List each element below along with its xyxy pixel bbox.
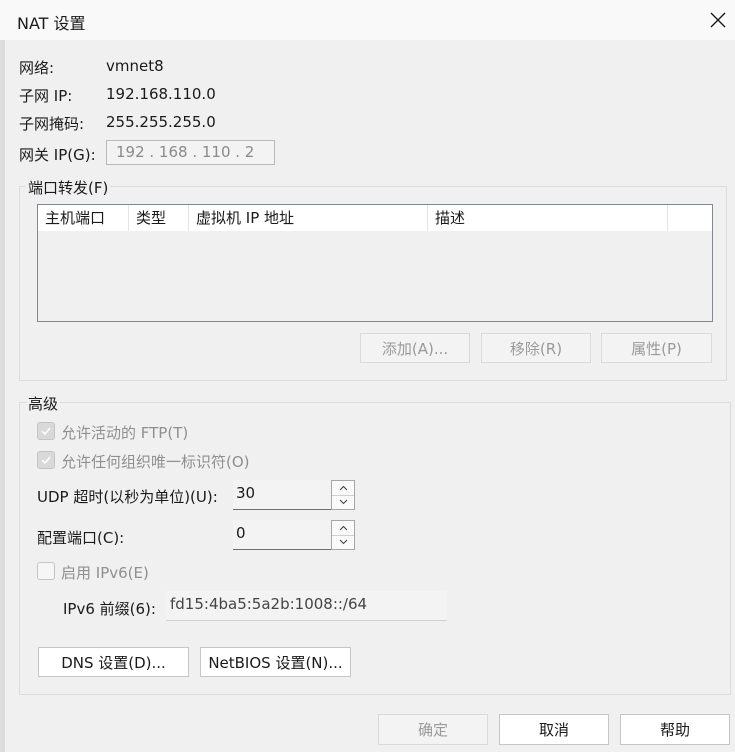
title-bar: NAT 设置 [0,0,735,40]
udp-timeout-spinner[interactable] [331,480,355,510]
udp-timeout-up[interactable] [332,481,354,496]
enable-ipv6-checkbox[interactable] [37,562,55,580]
chevron-up-icon [339,525,347,531]
add-button[interactable]: 添加(A)... [360,333,470,363]
gateway-ip-label: 网关 IP(G): [19,146,96,164]
udp-timeout-input[interactable]: 30 [233,480,331,510]
config-port-spinner[interactable] [331,520,355,550]
window-edge [0,40,5,752]
chevron-up-icon [339,485,347,491]
port-forwarding-title: 端口转发(F) [26,177,111,198]
ipv6-prefix-label: IPv6 前缀(6): [63,600,156,618]
column-vm-ip[interactable]: 虚拟机 IP 地址 [189,205,428,231]
list-header: 主机端口 类型 虚拟机 IP 地址 描述 [38,205,712,231]
udp-timeout-down[interactable] [332,495,354,509]
network-value: vmnet8 [106,57,164,75]
check-icon [41,427,51,436]
advanced-title: 高级 [26,393,61,414]
dns-settings-button[interactable]: DNS 设置(D)... [38,647,189,677]
allow-oui-checkbox[interactable] [37,451,55,469]
port-forwarding-list[interactable]: 主机端口 类型 虚拟机 IP 地址 描述 [37,204,713,322]
ipv6-prefix-field[interactable]: fd15:4ba5:5a2b:1008::/64 [166,591,447,621]
ok-button[interactable]: 确定 [378,714,488,745]
subnet-ip-label: 子网 IP: [19,87,73,105]
chevron-down-icon [339,499,347,505]
allow-ftp-label: 允许活动的 FTP(T) [61,424,189,442]
allow-oui-label: 允许任何组织唯一标识符(O) [61,453,250,471]
help-button[interactable]: 帮助 [620,714,730,745]
close-button[interactable] [700,0,735,40]
column-type[interactable]: 类型 [129,205,189,231]
close-icon [710,12,725,28]
subnet-mask-label: 子网掩码: [19,115,85,133]
udp-timeout-label: UDP 超时(以秒为单位)(U): [37,488,218,506]
network-label: 网络: [19,59,55,77]
cancel-button[interactable]: 取消 [499,714,609,745]
check-icon [41,456,51,465]
config-port-input[interactable]: 0 [233,520,331,550]
column-host-port[interactable]: 主机端口 [38,205,129,231]
gateway-ip-field[interactable]: 192 . 168 . 110 . 2 [106,140,275,165]
netbios-settings-button[interactable]: NetBIOS 设置(N)... [200,647,351,677]
column-description[interactable]: 描述 [428,205,668,231]
subnet-ip-value: 192.168.110.0 [106,85,216,103]
enable-ipv6-label: 启用 IPv6(E) [61,564,149,582]
properties-button[interactable]: 属性(P) [601,333,712,363]
chevron-down-icon [339,539,347,545]
config-port-label: 配置端口(C): [37,529,125,547]
remove-button[interactable]: 移除(R) [481,333,591,363]
config-port-up[interactable] [332,521,354,536]
subnet-mask-value: 255.255.255.0 [106,113,216,131]
window-title: NAT 设置 [17,14,86,33]
allow-ftp-checkbox[interactable] [37,422,55,440]
config-port-down[interactable] [332,535,354,549]
